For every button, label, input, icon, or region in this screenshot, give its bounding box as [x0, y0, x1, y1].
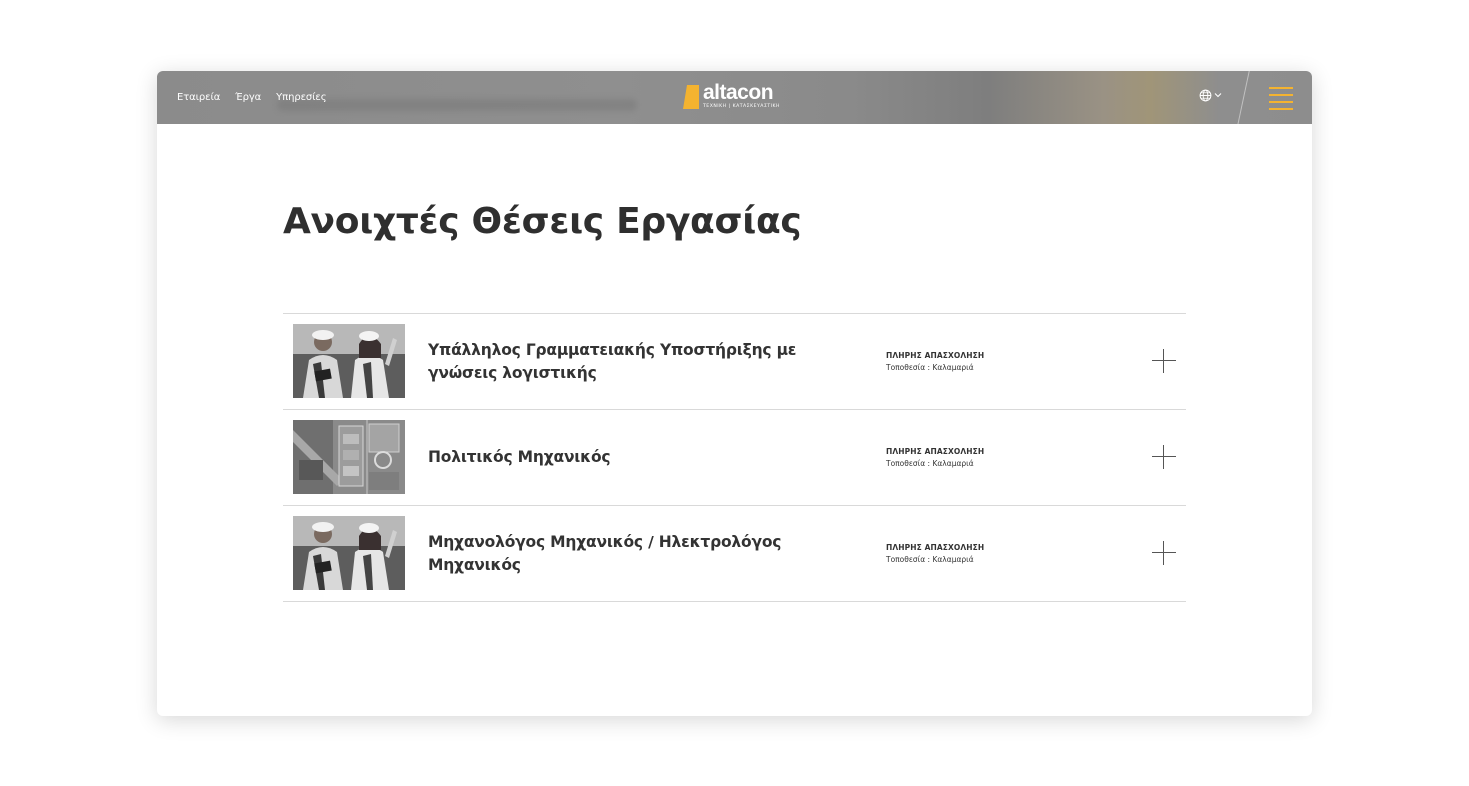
logo-mark-icon — [683, 85, 699, 109]
job-meta: ΠΛΗΡΗΣ ΑΠΑΣΧΟΛΗΣΗ Τοποθεσία : Καλαμαριά — [886, 446, 984, 470]
job-row[interactable]: Μηχανολόγος Μηχανικός / Ηλεκτρολόγος Μηχ… — [283, 506, 1186, 602]
logo-text: altacon ΤΕΧΝΙΚΗ | ΚΑΤΑΣΚΕΥΑΣΤΙΚΗ — [703, 81, 780, 109]
header-divider — [1236, 71, 1251, 124]
nav-link-projects[interactable]: Έργα — [235, 92, 261, 103]
hamburger-line — [1269, 101, 1293, 103]
altacon-logo[interactable]: altacon ΤΕΧΝΙΚΗ | ΚΑΤΑΣΚΕΥΑΣΤΙΚΗ — [683, 81, 780, 111]
nav-link-company[interactable]: Εταιρεία — [177, 92, 220, 103]
logo-tagline: ΤΕΧΝΙΚΗ | ΚΑΤΑΣΚΕΥΑΣΤΙΚΗ — [703, 104, 780, 109]
job-location: Τοποθεσία : Καλαμαριά — [886, 363, 974, 372]
language-selector[interactable] — [1199, 87, 1223, 103]
engineers-photo — [293, 324, 405, 398]
engineers-photo — [293, 516, 405, 590]
hamburger-line — [1269, 108, 1293, 110]
job-title[interactable]: Μηχανολόγος Μηχανικός / Ηλεκτρολόγος Μηχ… — [428, 506, 868, 601]
job-title[interactable]: Υπάλληλος Γραμματειακής Υποστήριξης με γ… — [428, 314, 843, 409]
job-title[interactable]: Πολιτικός Μηχανικός — [428, 410, 843, 505]
job-type: ΠΛΗΡΗΣ ΑΠΑΣΧΟΛΗΣΗ — [886, 351, 985, 360]
expand-plus-icon[interactable] — [1152, 349, 1176, 373]
expand-plus-icon[interactable] — [1152, 541, 1176, 565]
job-thumbnail — [293, 420, 405, 494]
site-header: Εταιρεία Έργα Υπηρεσίες altacon ΤΕΧΝΙΚΗ … — [157, 71, 1312, 124]
nav-link-services[interactable]: Υπηρεσίες — [276, 92, 326, 103]
expand-plus-icon[interactable] — [1152, 445, 1176, 469]
job-location: Τοποθεσία : Καλαμαριά — [886, 459, 974, 468]
job-list: Υπάλληλος Γραμματειακής Υποστήριξης με γ… — [283, 313, 1186, 602]
chevron-down-icon — [1214, 93, 1222, 98]
aerial-site-photo — [293, 420, 405, 494]
job-row[interactable]: Υπάλληλος Γραμματειακής Υποστήριξης με γ… — [283, 314, 1186, 410]
main-nav: Εταιρεία Έργα Υπηρεσίες — [177, 71, 342, 124]
page-window: Εταιρεία Έργα Υπηρεσίες altacon ΤΕΧΝΙΚΗ … — [157, 71, 1312, 716]
job-type: ΠΛΗΡΗΣ ΑΠΑΣΧΟΛΗΣΗ — [886, 543, 985, 552]
job-meta: ΠΛΗΡΗΣ ΑΠΑΣΧΟΛΗΣΗ Τοποθεσία : Καλαμαριά — [886, 542, 984, 566]
job-thumbnail — [293, 516, 405, 590]
globe-icon — [1199, 89, 1212, 101]
hamburger-line — [1269, 94, 1293, 96]
logo-word: altacon — [703, 81, 774, 104]
page-title: Ανοιχτές Θέσεις Εργασίας — [283, 201, 802, 242]
job-thumbnail — [293, 324, 405, 398]
hamburger-menu-icon — [1269, 87, 1293, 89]
job-meta: ΠΛΗΡΗΣ ΑΠΑΣΧΟΛΗΣΗ Τοποθεσία : Καλαμαριά — [886, 350, 984, 374]
job-row[interactable]: Πολιτικός Μηχανικός ΠΛΗΡΗΣ ΑΠΑΣΧΟΛΗΣΗ Το… — [283, 410, 1186, 506]
hamburger-menu-button[interactable] — [1269, 85, 1293, 111]
job-type: ΠΛΗΡΗΣ ΑΠΑΣΧΟΛΗΣΗ — [886, 447, 985, 456]
job-location: Τοποθεσία : Καλαμαριά — [886, 555, 974, 564]
